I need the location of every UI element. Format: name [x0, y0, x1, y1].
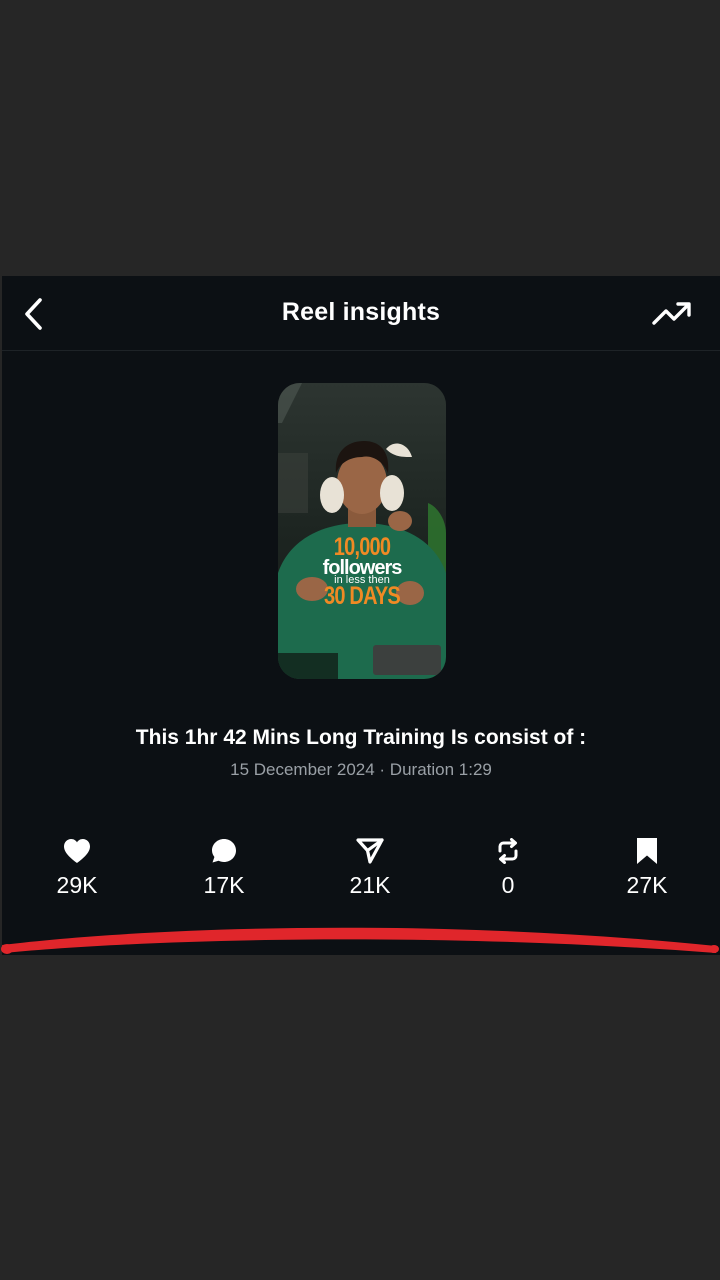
stat-shares[interactable]: 21K — [320, 836, 420, 899]
reel-insights-screen: Reel insights 10,000 followers in less t… — [2, 276, 720, 955]
page-title: Reel insights — [281, 298, 441, 326]
trend-button[interactable] — [648, 294, 696, 334]
thumbnail-overlay: 10,000 followers in less then 30 DAYS — [278, 535, 446, 609]
stat-reposts[interactable]: 0 — [458, 836, 558, 899]
thumbnail-image — [278, 383, 446, 679]
overlay-line-4: 30 DAYS — [324, 582, 401, 610]
reel-thumbnail[interactable]: 10,000 followers in less then 30 DAYS — [278, 383, 446, 679]
overlay-line-1: 10,000 — [333, 533, 391, 561]
top-bar: Reel insights — [2, 276, 720, 351]
share-icon — [356, 838, 384, 864]
reposts-count: 0 — [501, 872, 515, 898]
comments-count: 17K — [203, 872, 245, 898]
stat-saves[interactable]: 27K — [597, 836, 697, 899]
engagement-stats: 29K 17K 21K 0 27K — [2, 836, 720, 906]
comment-icon — [212, 839, 236, 863]
trending-up-icon — [652, 302, 691, 325]
stat-comments[interactable]: 17K — [174, 836, 274, 899]
reel-caption: This 1hr 42 Mins Long Training Is consis… — [135, 726, 587, 749]
heart-icon — [64, 839, 90, 863]
repost-icon — [498, 838, 518, 864]
bookmark-icon — [637, 838, 657, 864]
reel-meta: 15 December 2024 · Duration 1:29 — [230, 760, 492, 779]
likes-count: 29K — [56, 872, 98, 898]
shares-count: 21K — [349, 872, 391, 898]
saves-count: 27K — [626, 872, 668, 898]
stat-likes[interactable]: 29K — [27, 836, 127, 899]
